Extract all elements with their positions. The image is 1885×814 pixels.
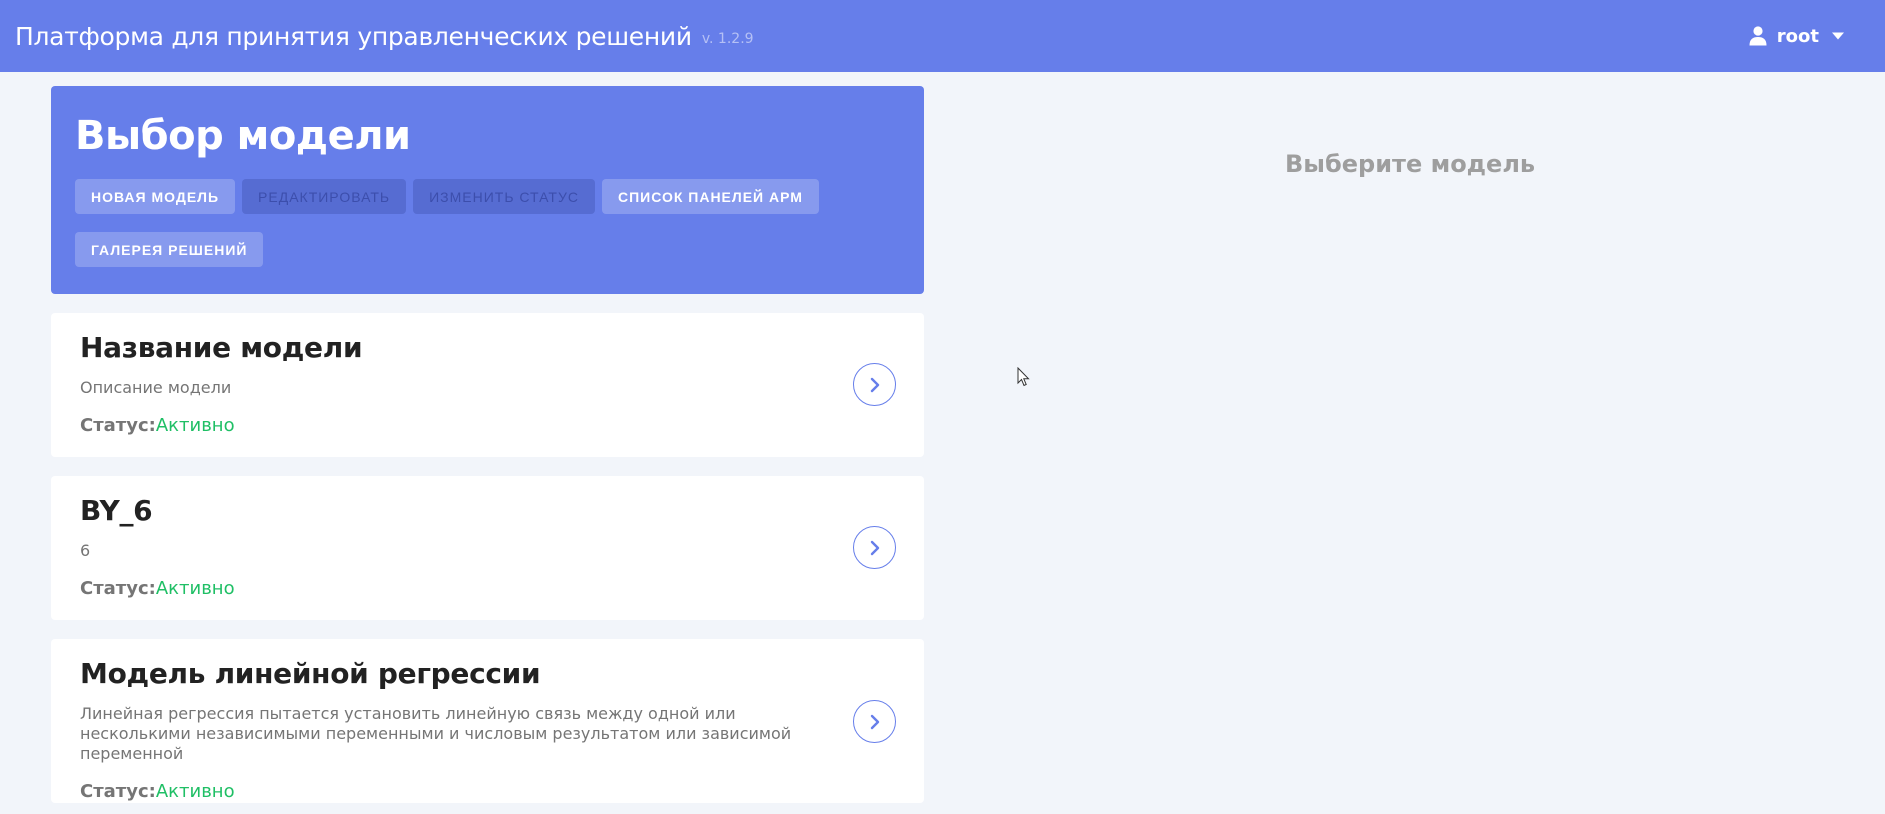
app-version: v. 1.2.9 <box>701 31 754 47</box>
user-name: root <box>1776 25 1819 47</box>
edit-button[interactable]: РЕДАКТИРОВАТЬ <box>242 179 407 214</box>
select-model-placeholder: Выберите модель <box>1285 150 1536 178</box>
model-status: Статус:Активно <box>80 415 895 436</box>
model-status: Статус:Активно <box>80 781 895 802</box>
top-bar: Платформа для принятия управленческих ре… <box>0 0 1885 72</box>
status-label: Статус: <box>80 578 156 599</box>
user-menu[interactable]: root <box>1749 0 1845 72</box>
chevron-right-icon <box>870 540 879 555</box>
open-model-button[interactable] <box>853 700 896 743</box>
change-status-button[interactable]: ИЗМЕНИТЬ СТАТУС <box>413 179 595 214</box>
model-title: Модель линейной регрессии <box>80 657 541 690</box>
open-model-button[interactable] <box>853 363 896 406</box>
page-title: Выбор модели <box>75 113 411 159</box>
status-label: Статус: <box>80 781 156 802</box>
arm-panels-list-button[interactable]: СПИСОК ПАНЕЛЕЙ АРМ <box>601 179 819 214</box>
new-model-button[interactable]: НОВАЯ МОДЕЛЬ <box>75 179 236 214</box>
status-value: Активно <box>155 415 235 436</box>
user-icon <box>1749 26 1767 46</box>
status-label: Статус: <box>80 415 156 436</box>
chevron-right-icon <box>870 377 879 392</box>
model-title: BY_6 <box>80 494 153 527</box>
model-description: 6 <box>80 541 91 560</box>
caret-down-icon <box>1832 32 1844 40</box>
mouse-cursor-icon <box>1017 367 1030 387</box>
solutions-gallery-button[interactable]: ГАЛЕРЕЯ РЕШЕНИЙ <box>75 232 264 267</box>
app-title: Платформа для принятия управленческих ре… <box>15 21 692 51</box>
model-status: Статус:Активно <box>80 578 895 599</box>
action-buttons: НОВАЯ МОДЕЛЬ РЕДАКТИРОВАТЬ ИЗМЕНИТЬ СТАТ… <box>75 179 835 285</box>
model-title: Название модели <box>80 331 363 364</box>
model-description: Линейная регрессия пытается установить л… <box>80 704 792 763</box>
open-model-button[interactable] <box>853 526 896 569</box>
status-value: Активно <box>155 781 235 802</box>
model-card[interactable]: Модель линейной регрессии Линейная регре… <box>51 639 924 803</box>
chevron-right-icon <box>870 714 879 729</box>
model-selection-panel: Выбор модели НОВАЯ МОДЕЛЬ РЕДАКТИРОВАТЬ … <box>51 86 924 294</box>
status-value: Активно <box>155 578 235 599</box>
model-card[interactable]: Название модели Описание модели Статус:А… <box>51 313 924 457</box>
model-description: Описание модели <box>80 378 232 397</box>
model-card[interactable]: BY_6 6 Статус:Активно <box>51 476 924 620</box>
